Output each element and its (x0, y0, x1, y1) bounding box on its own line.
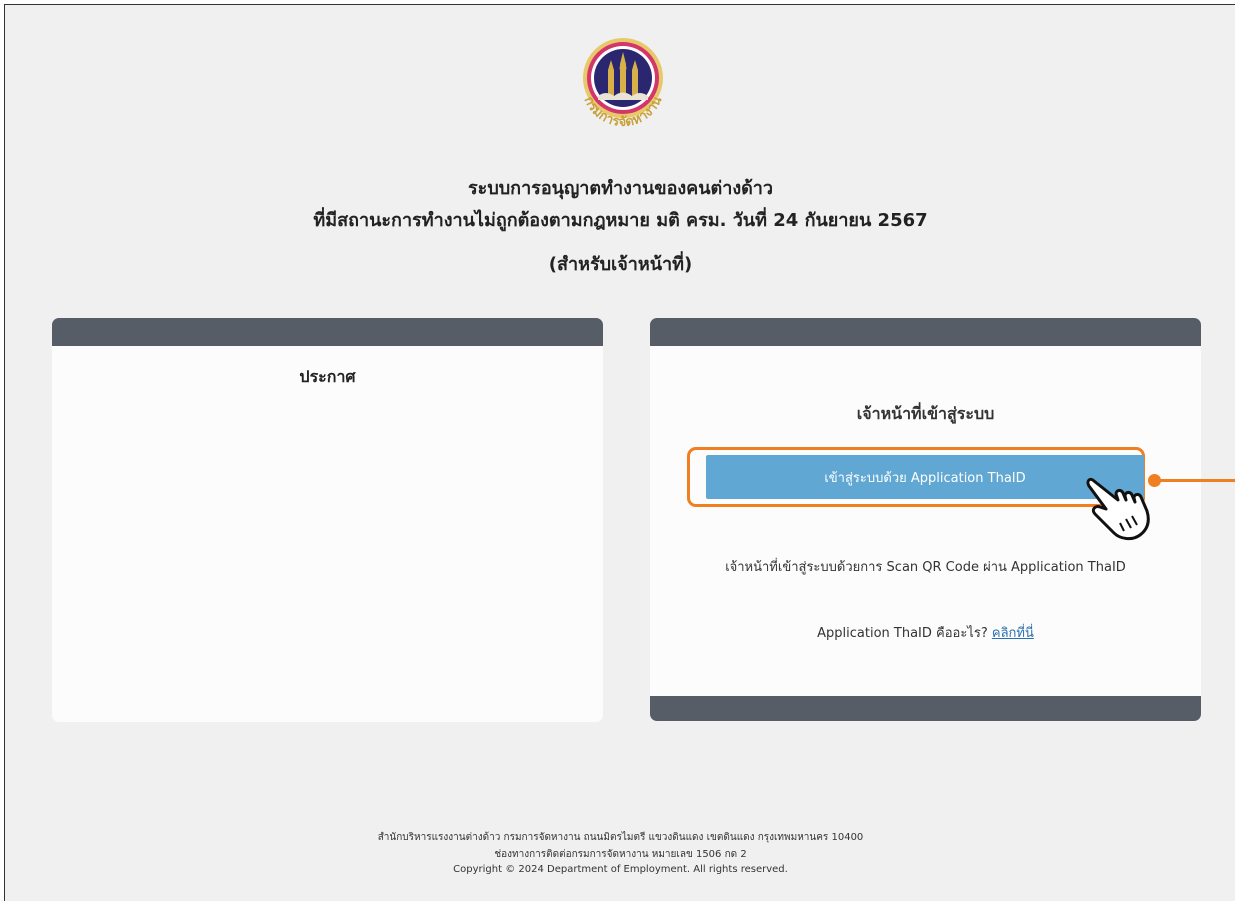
announcement-title: ประกาศ (299, 367, 356, 386)
page-title-line1: ระบบการอนุญาตทำงานของคนต่างด้าว (467, 178, 774, 199)
announcement-card: ประกาศ (52, 318, 603, 722)
page-frame: กรมการจัดหางาน ระบบการอนุญาตทำงานของคนต่… (4, 4, 1235, 901)
page-title-line2: ที่มีสถานะการทำงานไม่ถูกต้องตามกฎหมาย มต… (313, 210, 928, 231)
department-seal-logo: กรมการจัดหางาน (568, 30, 678, 140)
announcement-card-header (52, 318, 603, 346)
what-is-thaid-label: Application ThaID คืออะไร? (817, 626, 988, 641)
thaid-login-button[interactable]: เข้าสู่ระบบด้วย Application ThaID (706, 455, 1144, 499)
page-subtitle: (สำหรับเจ้าหน้าที่) (548, 254, 693, 275)
footer-copyright: Copyright © 2024 Department of Employmen… (453, 864, 788, 875)
annotation-connector-line (1155, 479, 1235, 482)
login-card-header (650, 318, 1201, 346)
hand-pointer-icon (1080, 465, 1158, 545)
what-is-thaid-text: Application ThaID คืออะไร? คลิกที่นี่ (650, 622, 1201, 643)
footer-address: สำนักบริหารแรงงานต่างด้าว กรมการจัดหางาน… (377, 832, 864, 843)
seal-icon: กรมการจัดหางาน (581, 38, 665, 130)
login-card-footer (650, 696, 1201, 721)
footer-contact: ช่องทางการติดต่อกรมการจัดหางาน หมายเลข 1… (494, 849, 747, 860)
qr-instruction-text: เจ้าหน้าที่เข้าสู่ระบบด้วยการ Scan QR Co… (725, 560, 1126, 575)
login-title: เจ้าหน้าที่เข้าสู่ระบบ (856, 404, 995, 423)
click-here-link[interactable]: คลิกที่นี่ (992, 626, 1034, 641)
